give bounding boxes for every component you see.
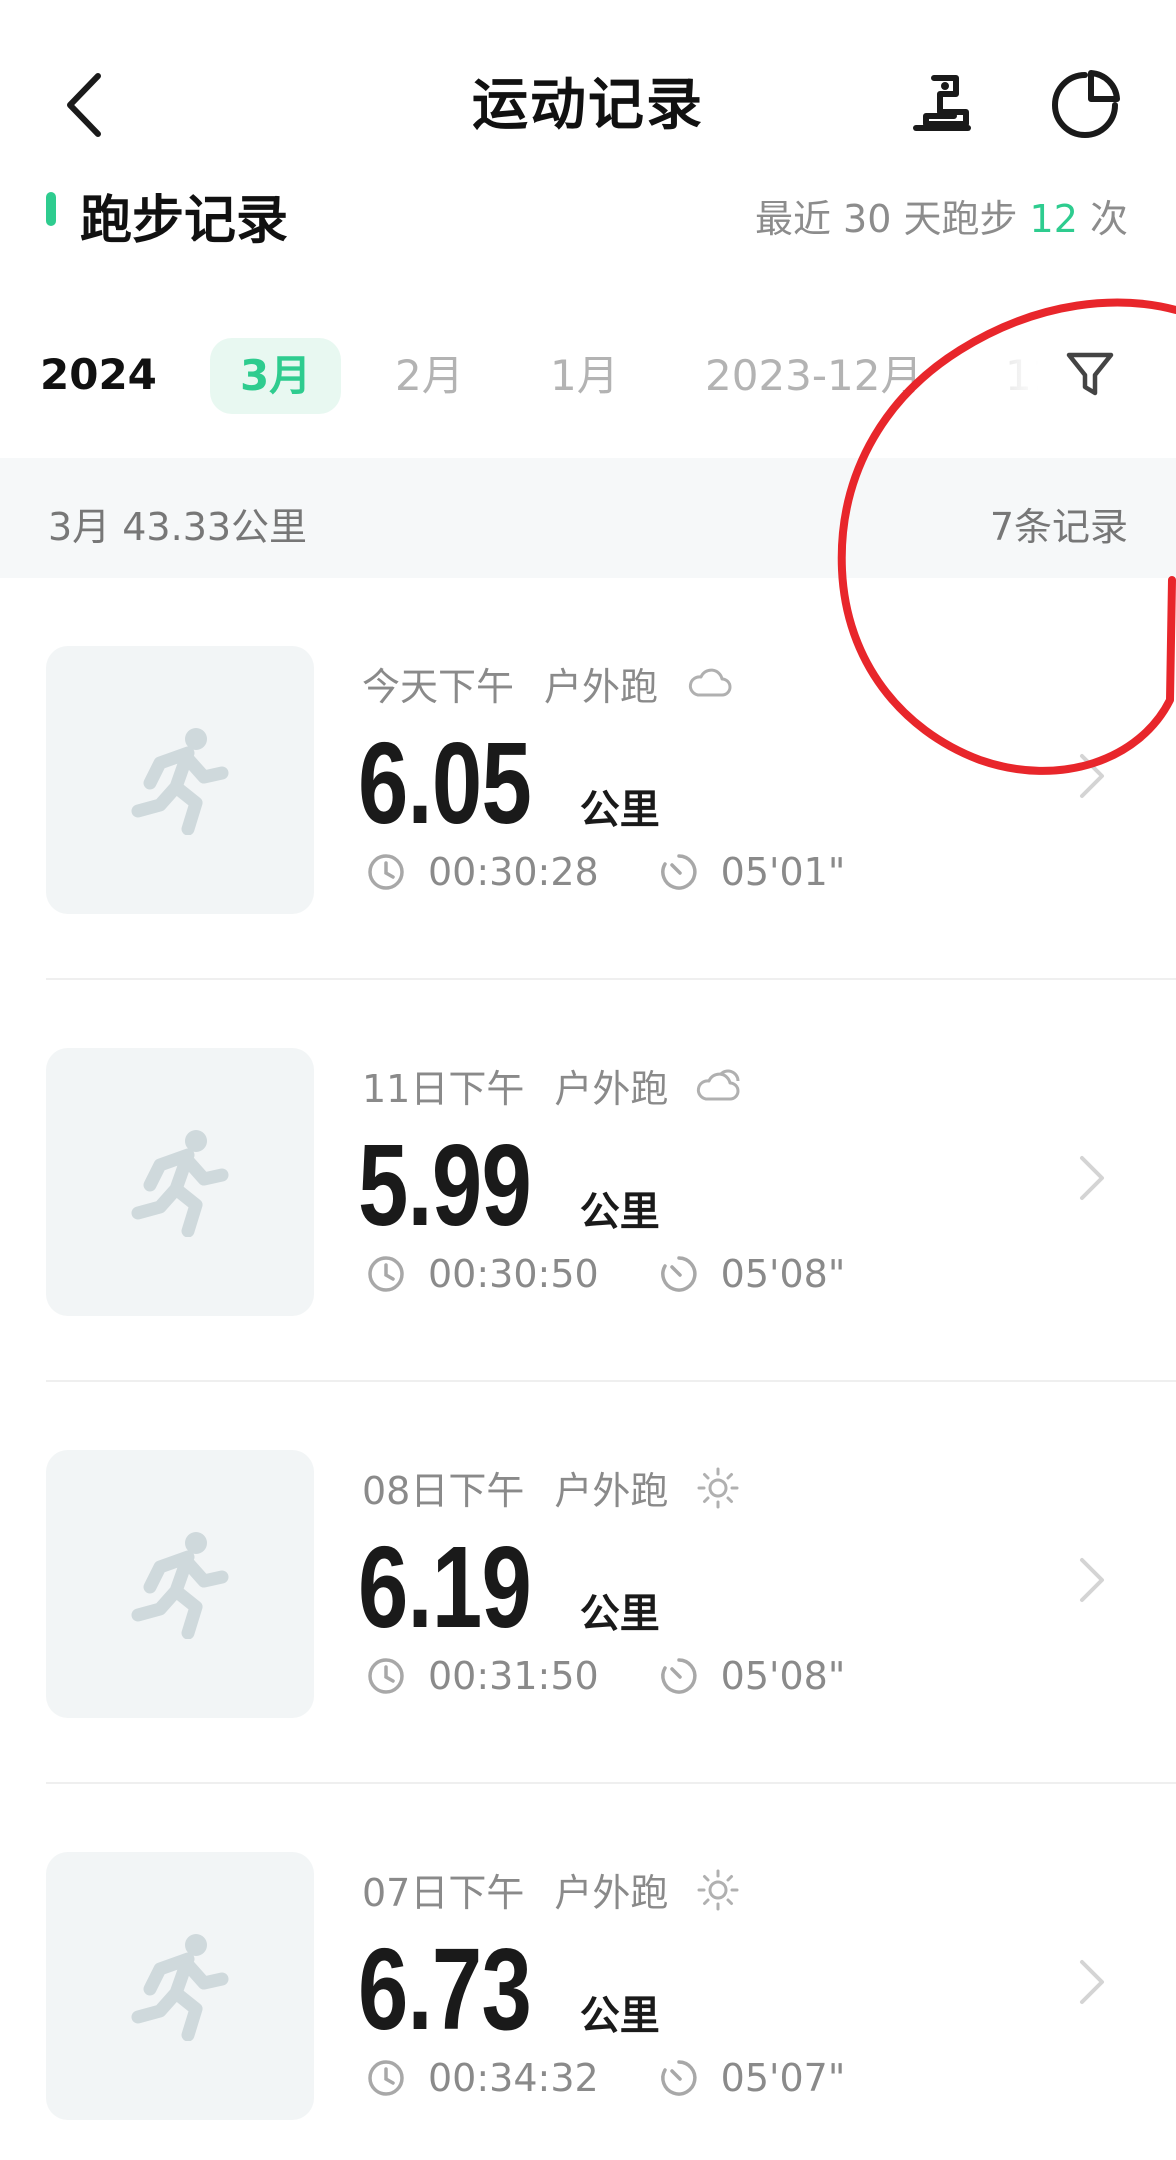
- chevron-right-icon: [1080, 1960, 1104, 2004]
- clock-icon: [368, 1256, 404, 1292]
- route-map-icon: [913, 75, 971, 131]
- runner-icon: [131, 1532, 229, 1639]
- distance-unit: 公里: [579, 787, 660, 833]
- month-total-distance: 3月 43.33公里: [48, 505, 308, 549]
- pace-timer-icon: [660, 2060, 697, 2096]
- distance-value: 6.73: [358, 1924, 532, 2054]
- clock-icon: [368, 2060, 404, 2096]
- distance-unit: 公里: [579, 1189, 660, 1235]
- tab-month-1[interactable]: 1月: [520, 338, 649, 414]
- pace-value: 05'01": [720, 850, 846, 894]
- partly-cloudy-icon: [696, 1067, 744, 1105]
- section-title: 跑步记录: [80, 191, 289, 251]
- duration-value: 00:34:32: [428, 2056, 599, 2100]
- pie-chart-icon: [1052, 70, 1120, 138]
- record-item[interactable]: 07日下午 户外跑 6.73 公里 00:34:32 05'07": [0, 1784, 1176, 2160]
- record-thumbnail: [46, 1450, 314, 1718]
- summary-suffix: 次: [1077, 197, 1128, 241]
- distance-value: 6.19: [358, 1522, 532, 1652]
- recent-run-summary: 最近 30 天跑步 12 次: [755, 188, 1128, 243]
- pace-timer-icon: [660, 854, 697, 890]
- pace-value: 05'08": [720, 1252, 846, 1296]
- chevron-right-icon: [1080, 754, 1104, 798]
- chevron-right-icon: [1080, 1558, 1104, 1602]
- record-distance: 6.05 公里: [358, 716, 660, 850]
- record-time: 08日下午: [362, 1469, 525, 1513]
- record-distance: 6.73 公里: [358, 1922, 660, 2056]
- record-time: 今天下午: [362, 665, 515, 709]
- distance-value: 6.05: [358, 718, 532, 848]
- duration-value: 00:30:28: [428, 850, 599, 894]
- filter-icon: [1066, 352, 1114, 396]
- section-header: 跑步记录 最近 30 天跑步 12 次: [0, 170, 1176, 251]
- duration-value: 00:30:50: [428, 1252, 599, 1296]
- duration-stat: 00:34:32: [366, 2056, 599, 2100]
- tab-month-2023-12[interactable]: 2023-12月: [675, 338, 953, 414]
- record-thumbnail: [46, 1852, 314, 2120]
- record-meta: 今天下午 户外跑: [362, 656, 732, 711]
- clock-icon: [368, 854, 404, 890]
- month-tabs: 2024 3月 2月 1月 2023-12月 11: [0, 330, 1176, 420]
- filter-button[interactable]: [1045, 330, 1135, 420]
- record-stats: 00:30:28 05'01": [366, 850, 845, 894]
- runner-icon: [131, 1130, 229, 1237]
- duration-stat: 00:30:50: [366, 1252, 599, 1296]
- summary-count: 12: [1029, 197, 1078, 241]
- pace-stat: 05'01": [659, 850, 846, 894]
- statistics-button[interactable]: [1040, 60, 1130, 150]
- sun-icon: [696, 1868, 740, 1912]
- clock-icon: [368, 1658, 404, 1694]
- runner-icon: [131, 1934, 229, 2041]
- record-stats: 00:31:50 05'08": [366, 1654, 845, 1698]
- tab-month-3[interactable]: 3月: [210, 338, 342, 414]
- pace-timer-icon: [660, 1658, 697, 1694]
- record-time: 11日下午: [362, 1067, 525, 1111]
- record-stats: 00:30:50 05'08": [366, 1252, 845, 1296]
- tab-month-2[interactable]: 2月: [365, 338, 494, 414]
- section-accent-bar: [46, 192, 56, 226]
- pace-value: 05'08": [720, 1654, 846, 1698]
- pace-stat: 05'08": [659, 1654, 846, 1698]
- month-summary-band: 3月 43.33公里 7条记录: [0, 458, 1176, 578]
- sun-icon: [696, 1466, 740, 1510]
- year-label: 2024: [40, 350, 157, 399]
- summary-prefix: 最近 30 天跑步: [754, 197, 1030, 241]
- distance-unit: 公里: [579, 1591, 660, 1637]
- duration-value: 00:31:50: [428, 1654, 599, 1698]
- running-records-page: 运动记录 跑步记录 最近 30 天跑步 12 次 2024 3月 2月 1月 2…: [0, 0, 1176, 2160]
- record-item[interactable]: 今天下午 户外跑 6.05 公里 00:30:28 05'01": [0, 578, 1176, 980]
- route-map-button[interactable]: [900, 60, 990, 150]
- record-type: 户外跑: [554, 1067, 669, 1111]
- pace-stat: 05'07": [659, 2056, 846, 2100]
- pace-timer-icon: [660, 1256, 697, 1292]
- page-title: 运动记录: [472, 73, 704, 138]
- record-type: 户外跑: [554, 1469, 669, 1513]
- record-type: 户外跑: [544, 665, 659, 709]
- record-type: 户外跑: [554, 1871, 669, 1915]
- record-item[interactable]: 11日下午 户外跑 5.99 公里 00:30:50 05'08": [0, 980, 1176, 1382]
- distance-unit: 公里: [579, 1993, 660, 2039]
- month-record-count: 7条记录: [989, 505, 1128, 549]
- record-thumbnail: [46, 646, 314, 914]
- pace-value: 05'07": [720, 2056, 846, 2100]
- pace-stat: 05'08": [659, 1252, 846, 1296]
- record-distance: 5.99 公里: [358, 1118, 660, 1252]
- record-distance: 6.19 公里: [358, 1520, 660, 1654]
- duration-stat: 00:30:28: [366, 850, 599, 894]
- record-time: 07日下午: [362, 1871, 525, 1915]
- runner-icon: [131, 728, 229, 835]
- record-meta: 11日下午 户外跑: [362, 1058, 744, 1113]
- distance-value: 5.99: [358, 1120, 532, 1250]
- duration-stat: 00:31:50: [366, 1654, 599, 1698]
- record-item[interactable]: 08日下午 户外跑 6.19 公里 00:31:50 05'08": [0, 1382, 1176, 1784]
- cloud-icon: [686, 667, 732, 701]
- record-meta: 08日下午 户外跑: [362, 1460, 740, 1515]
- record-thumbnail: [46, 1048, 314, 1316]
- record-meta: 07日下午 户外跑: [362, 1862, 740, 1917]
- record-stats: 00:34:32 05'07": [366, 2056, 845, 2100]
- chevron-right-icon: [1080, 1156, 1104, 1200]
